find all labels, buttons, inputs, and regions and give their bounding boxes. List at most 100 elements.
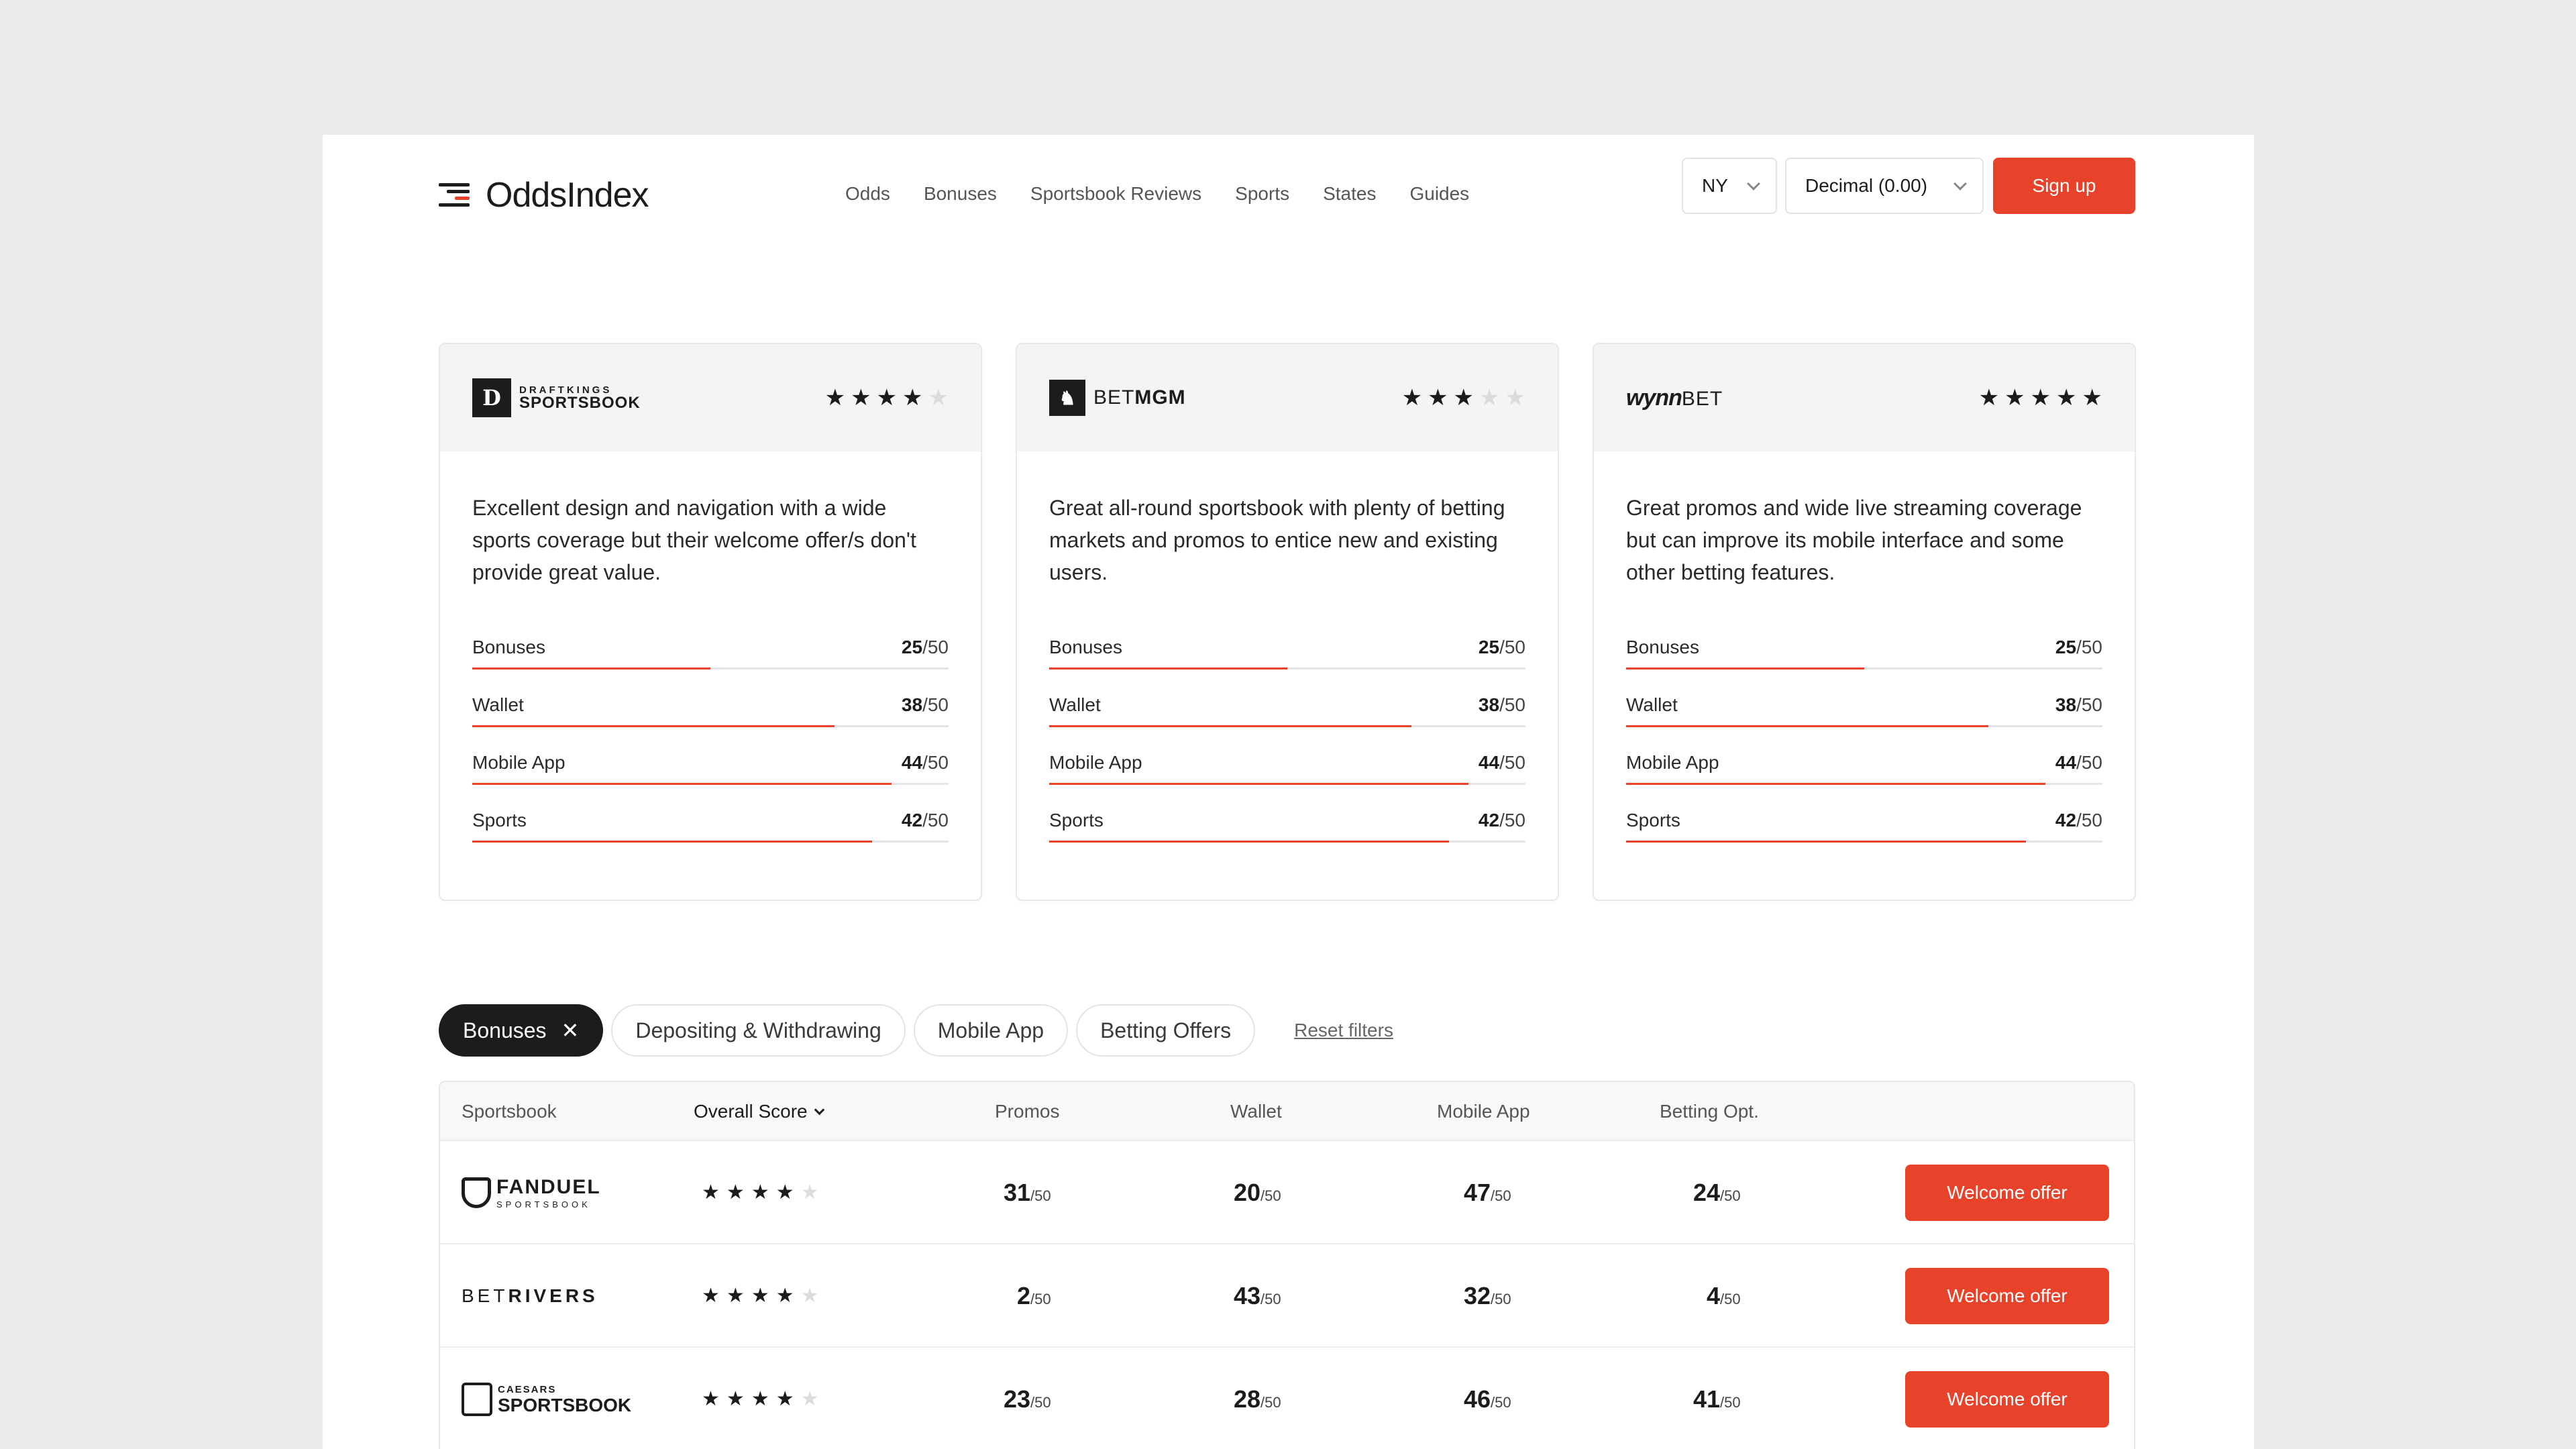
score-row: Sports 42/50	[1626, 810, 2102, 867]
card-header: ♞ BETMGM ★ ★ ★ ★ ★	[1017, 344, 1558, 451]
filter-chip-depositing[interactable]: Depositing & Withdrawing	[611, 1004, 906, 1057]
score-bar	[1049, 725, 1525, 727]
score-bar-fill	[472, 725, 835, 727]
nav-bonuses[interactable]: Bonuses	[924, 183, 997, 205]
logo-line2: SPORTSBOOK	[496, 1199, 591, 1210]
star-rating: ★ ★ ★ ★ ★	[702, 1389, 819, 1409]
col-overall-score[interactable]: Overall Score	[694, 1101, 824, 1122]
draftkings-mark-icon: D	[472, 378, 511, 417]
star-empty-icon: ★	[1479, 385, 1500, 411]
score-row: Wallet 38/50	[1626, 694, 2102, 752]
score-bar-fill	[472, 667, 710, 669]
col-overall-score-label: Overall Score	[694, 1101, 808, 1122]
nav-odds[interactable]: Odds	[845, 183, 890, 205]
star-empty-icon: ★	[1505, 385, 1525, 411]
score-label: Mobile App	[1049, 752, 1142, 773]
score-row: Mobile App 44/50	[1626, 752, 2102, 810]
welcome-offer-button[interactable]: Welcome offer	[1905, 1371, 2109, 1428]
star-filled-icon: ★	[2030, 385, 2051, 411]
star-filled-icon: ★	[702, 1181, 720, 1203]
wallet-score: 20/50	[1234, 1179, 1281, 1206]
close-icon[interactable]: ✕	[561, 1018, 580, 1043]
star-filled-icon: ★	[702, 1285, 720, 1307]
score-bar	[1626, 667, 2102, 669]
score-label: Sports	[472, 810, 527, 830]
logo-line1: BET	[462, 1285, 508, 1306]
star-filled-icon: ★	[775, 1181, 794, 1203]
score-row: Mobile App 44/50	[472, 752, 949, 810]
logo-line1: CAESARS	[498, 1383, 557, 1395]
star-filled-icon: ★	[702, 1388, 720, 1410]
star-filled-icon: ★	[1401, 385, 1423, 411]
star-empty-icon: ★	[800, 1181, 819, 1203]
score-label: Bonuses	[472, 637, 545, 657]
star-rating: ★ ★ ★ ★ ★	[1402, 386, 1525, 409]
mobile-score: 32/50	[1464, 1282, 1511, 1309]
score-bar-fill	[1626, 667, 1864, 669]
col-sportsbook: Sportsbook	[462, 1101, 557, 1122]
nav-states[interactable]: States	[1323, 183, 1376, 205]
betting-score: 24/50	[1693, 1179, 1741, 1206]
score-label: Wallet	[1049, 694, 1101, 715]
col-betting-opt: Betting Opt.	[1660, 1101, 1759, 1122]
filter-chip-betting-offers[interactable]: Betting Offers	[1076, 1004, 1256, 1057]
score-bar-fill	[1049, 667, 1287, 669]
table-header: Sportsbook Overall Score Promos Wallet M…	[440, 1082, 2134, 1141]
nav-sportsbook-reviews[interactable]: Sportsbook Reviews	[1030, 183, 1201, 205]
star-filled-icon: ★	[726, 1181, 745, 1203]
star-filled-icon: ★	[876, 385, 898, 411]
fanduel-logo[interactable]: FANDUEL SPORTSBOOK	[462, 1141, 601, 1244]
mobile-score: 47/50	[1464, 1179, 1511, 1206]
logo-line2: SPORTSBOOK	[498, 1394, 632, 1415]
score-bar-fill	[1626, 841, 2027, 843]
betmgm-logo[interactable]: ♞ BETMGM	[1049, 380, 1186, 416]
logo-line2: RIVERS	[508, 1285, 598, 1306]
score-value: 42/50	[2055, 810, 2102, 830]
draftkings-logo[interactable]: D DRAFTKINGS SPORTSBOOK	[472, 378, 641, 417]
signup-button[interactable]: Sign up	[1993, 158, 2135, 214]
star-filled-icon: ★	[851, 385, 871, 411]
score-value: 25/50	[901, 637, 949, 657]
welcome-offer-button[interactable]: Welcome offer	[1905, 1165, 2109, 1221]
caesars-logo[interactable]: CAESARS SPORTSBOOK	[462, 1348, 631, 1449]
filter-chip-bonuses[interactable]: Bonuses ✕	[439, 1004, 604, 1057]
star-filled-icon: ★	[1428, 385, 1448, 411]
star-filled-icon: ★	[902, 385, 923, 411]
star-filled-icon: ★	[775, 1388, 794, 1410]
score-row: Sports 42/50	[1049, 810, 1525, 867]
score-label: Mobile App	[1626, 752, 1719, 773]
welcome-offer-button[interactable]: Welcome offer	[1905, 1268, 2109, 1324]
filter-chip-mobile-app[interactable]: Mobile App	[913, 1004, 1069, 1057]
card-header: D DRAFTKINGS SPORTSBOOK ★ ★ ★ ★ ★	[440, 344, 981, 451]
score-label: Wallet	[1626, 694, 1678, 715]
card-header: wynnBET ★ ★ ★ ★ ★	[1594, 344, 2135, 451]
score-bar-fill	[1049, 783, 1468, 785]
shield-icon	[462, 1177, 491, 1208]
card-description: Great all-round sportsbook with plenty o…	[1049, 496, 1505, 584]
star-empty-icon: ★	[800, 1388, 819, 1410]
score-label: Mobile App	[472, 752, 566, 773]
score-label: Bonuses	[1626, 637, 1699, 657]
score-row: Bonuses 25/50	[1049, 637, 1525, 694]
nav-guides[interactable]: Guides	[1409, 183, 1469, 205]
score-bar	[472, 783, 949, 785]
betrivers-logo[interactable]: BETRIVERS	[462, 1244, 598, 1348]
star-filled-icon: ★	[751, 1388, 769, 1410]
star-rating: ★ ★ ★ ★ ★	[702, 1183, 819, 1203]
review-card-wynnbet: wynnBET ★ ★ ★ ★ ★ Great promos and wide live…	[1593, 343, 2136, 901]
wynnbet-logo[interactable]: wynnBET	[1626, 385, 1723, 411]
score-value: 44/50	[1478, 752, 1525, 773]
reset-filters-link[interactable]: Reset filters	[1294, 1020, 1393, 1041]
score-bar-fill	[1626, 783, 2045, 785]
odds-format-select[interactable]: Decimal (0.00)	[1785, 158, 1984, 214]
menu-icon[interactable]	[439, 183, 470, 207]
star-filled-icon: ★	[775, 1285, 794, 1307]
nav-sports[interactable]: Sports	[1235, 183, 1289, 205]
star-filled-icon: ★	[824, 385, 846, 411]
mobile-score: 46/50	[1464, 1385, 1511, 1413]
brand-line1: wynn	[1626, 384, 1682, 411]
star-filled-icon: ★	[2004, 385, 2025, 411]
state-select[interactable]: NY	[1682, 158, 1777, 214]
logo[interactable]: OddsIndex	[439, 168, 649, 222]
star-filled-icon: ★	[726, 1285, 745, 1307]
